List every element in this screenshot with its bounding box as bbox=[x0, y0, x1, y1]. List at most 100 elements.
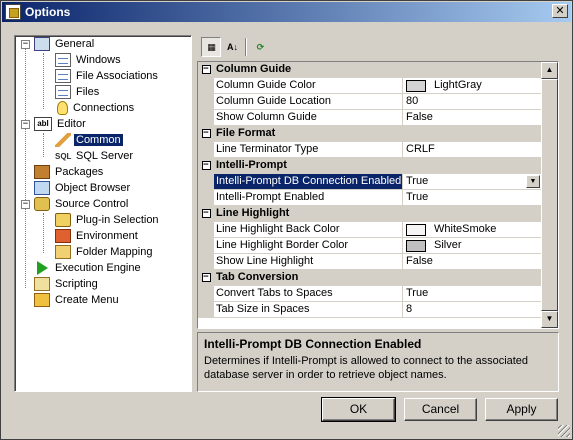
tree-item-label: SQL Server bbox=[76, 150, 134, 162]
plugin-icon bbox=[55, 213, 71, 227]
tree-connector bbox=[43, 133, 44, 157]
lock-icon bbox=[34, 197, 50, 211]
options-tree[interactable]: − General Windows File Associations File… bbox=[14, 35, 192, 392]
document-link-icon bbox=[55, 69, 71, 83]
tree-item-folder-mapping[interactable]: Folder Mapping bbox=[55, 244, 154, 260]
property-value[interactable]: CRLF bbox=[403, 142, 541, 157]
apply-button[interactable]: Apply bbox=[485, 398, 558, 421]
color-swatch bbox=[406, 223, 426, 236]
property-value[interactable]: 80 bbox=[403, 94, 541, 109]
collapse-toggle[interactable]: − bbox=[201, 65, 211, 74]
tree-item-sql-server[interactable]: SQL SQL Server bbox=[55, 148, 135, 164]
scroll-down-icon[interactable]: ▼ bbox=[541, 311, 558, 328]
property-name: Show Line Highlight bbox=[214, 254, 403, 269]
refresh-button[interactable]: ⟳ bbox=[250, 37, 270, 57]
property-value[interactable]: False bbox=[403, 254, 541, 269]
property-name: Column Guide Color bbox=[214, 78, 403, 93]
collapse-toggle[interactable]: − bbox=[201, 161, 211, 170]
package-icon bbox=[34, 165, 50, 179]
options-dialog: Options ✕ − General Windows File Associa… bbox=[0, 0, 573, 440]
property-value[interactable]: 8 bbox=[403, 302, 541, 317]
collapse-toggle[interactable]: − bbox=[201, 273, 211, 282]
tree-item-scripting[interactable]: Scripting bbox=[34, 276, 100, 292]
lightbulb-icon bbox=[57, 101, 68, 115]
tree-item-label: Windows bbox=[76, 54, 121, 66]
property-value[interactable]: WhiteSmoke bbox=[403, 222, 541, 237]
tree-item-execution-engine[interactable]: Execution Engine bbox=[34, 260, 143, 276]
dropdown-arrow-icon[interactable]: ▼ bbox=[526, 175, 540, 188]
property-value[interactable]: False bbox=[403, 110, 541, 125]
tree-item-packages[interactable]: Packages bbox=[34, 164, 105, 180]
resize-grip-icon[interactable] bbox=[558, 425, 570, 437]
property-value[interactable]: LightGray bbox=[403, 78, 541, 93]
property-row[interactable]: Line Terminator Type CRLF bbox=[198, 142, 541, 158]
category-row[interactable]: − Tab Conversion bbox=[198, 270, 541, 286]
property-row[interactable]: Column Guide Color LightGray bbox=[198, 78, 541, 94]
tree-item-connections[interactable]: Connections bbox=[55, 100, 136, 116]
property-value-text: WhiteSmoke bbox=[434, 223, 497, 235]
tree-item-plugin-selection[interactable]: Plug-in Selection bbox=[55, 212, 161, 228]
collapse-toggle[interactable]: − bbox=[21, 199, 30, 209]
tree-item-environment[interactable]: Environment bbox=[55, 228, 140, 244]
tree-item-label: Common bbox=[74, 134, 123, 146]
tree-item-windows[interactable]: Windows bbox=[55, 52, 123, 68]
alphabetical-button[interactable]: A↓ bbox=[222, 37, 242, 57]
property-value-text: LightGray bbox=[434, 79, 482, 91]
property-value[interactable]: Silver bbox=[403, 238, 541, 253]
ok-button[interactable]: OK bbox=[321, 397, 396, 422]
categorized-button[interactable]: ▦ bbox=[201, 37, 221, 57]
property-grid: − Column Guide Column Guide Color LightG… bbox=[197, 61, 559, 329]
tree-connector bbox=[25, 48, 26, 288]
collapse-toggle[interactable]: − bbox=[201, 209, 211, 218]
tree-connector bbox=[43, 53, 44, 109]
tree-item-common[interactable]: Common bbox=[55, 132, 123, 148]
close-button[interactable]: ✕ bbox=[552, 4, 568, 18]
property-row[interactable]: Line Highlight Back Color WhiteSmoke bbox=[198, 222, 541, 238]
collapse-toggle[interactable]: − bbox=[21, 119, 30, 129]
property-value-text: Silver bbox=[434, 239, 462, 251]
tree-item-label: Source Control bbox=[55, 198, 129, 210]
property-row[interactable]: Show Line Highlight False bbox=[198, 254, 541, 270]
vertical-scrollbar[interactable]: ▲ ▼ bbox=[541, 62, 558, 328]
property-name: Tab Size in Spaces bbox=[214, 302, 403, 317]
property-value-dropdown[interactable]: True ▼ bbox=[403, 174, 541, 189]
menu-icon bbox=[34, 293, 50, 307]
category-row[interactable]: − Line Highlight bbox=[198, 206, 541, 222]
property-grid-toolbar: ▦ A↓ ⟳ bbox=[197, 35, 559, 59]
tree-item-file-associations[interactable]: File Associations bbox=[55, 68, 160, 84]
scrollbar-thumb[interactable] bbox=[541, 79, 558, 311]
house-icon bbox=[55, 229, 71, 243]
property-row[interactable]: Intelli-Prompt Enabled True bbox=[198, 190, 541, 206]
play-icon bbox=[37, 261, 48, 275]
property-value[interactable]: True bbox=[403, 286, 541, 301]
tree-item-label: Object Browser bbox=[55, 182, 131, 194]
tree-item-label: Packages bbox=[55, 166, 104, 178]
cancel-button[interactable]: Cancel bbox=[404, 398, 477, 421]
category-title: Tab Conversion bbox=[216, 271, 299, 283]
property-row[interactable]: Tab Size in Spaces 8 bbox=[198, 302, 541, 318]
tree-item-general[interactable]: − General bbox=[21, 36, 96, 52]
category-row[interactable]: − File Format bbox=[198, 126, 541, 142]
property-row[interactable]: Convert Tabs to Spaces True bbox=[198, 286, 541, 302]
property-row[interactable]: Column Guide Location 80 bbox=[198, 94, 541, 110]
collapse-toggle[interactable]: − bbox=[21, 39, 30, 49]
scroll-up-icon[interactable]: ▲ bbox=[541, 62, 558, 79]
category-title: Line Highlight bbox=[216, 207, 290, 219]
property-value-text: True bbox=[406, 175, 429, 187]
toolbar-separator bbox=[245, 38, 247, 56]
color-swatch bbox=[406, 239, 426, 252]
tree-item-files[interactable]: Files bbox=[55, 84, 101, 100]
property-row-selected[interactable]: Intelli-Prompt DB Connection Enabled Tru… bbox=[198, 174, 541, 190]
title-bar[interactable]: Options ✕ bbox=[2, 2, 571, 22]
collapse-toggle[interactable]: − bbox=[201, 129, 211, 138]
tree-item-create-menu[interactable]: Create Menu bbox=[34, 292, 121, 308]
tree-item-editor[interactable]: − abl Editor bbox=[21, 116, 88, 132]
tree-item-label: Plug-in Selection bbox=[76, 214, 159, 226]
tree-item-source-control[interactable]: − Source Control bbox=[21, 196, 130, 212]
category-row[interactable]: − Column Guide bbox=[198, 62, 541, 78]
property-value[interactable]: True bbox=[403, 190, 541, 205]
tree-item-object-browser[interactable]: Object Browser bbox=[34, 180, 132, 196]
category-row[interactable]: − Intelli-Prompt bbox=[198, 158, 541, 174]
property-row[interactable]: Line Highlight Border Color Silver bbox=[198, 238, 541, 254]
property-row[interactable]: Show Column Guide False bbox=[198, 110, 541, 126]
